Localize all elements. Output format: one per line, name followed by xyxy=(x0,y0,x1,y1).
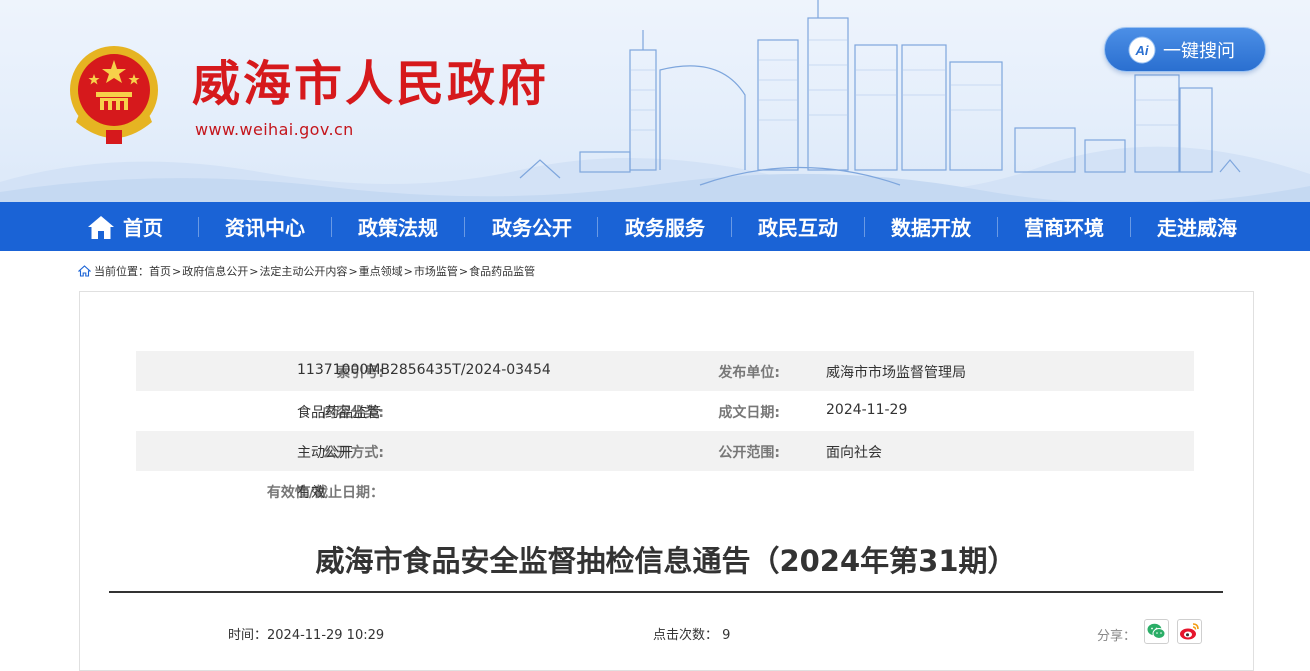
breadcrumb-link[interactable]: 食品药品监管 xyxy=(469,263,535,279)
meta-value: 面向社会 xyxy=(826,445,882,461)
share-weibo-button[interactable] xyxy=(1177,619,1202,644)
nav-divider xyxy=(864,217,865,237)
nav-item-policy[interactable]: 政策法规 xyxy=(347,202,449,251)
meta-value: 2024-11-29 xyxy=(826,402,908,418)
publish-time: 时间：2024-11-29 10:29 xyxy=(228,628,385,643)
meta-value: 主动公开 xyxy=(297,445,353,461)
meta-key: 成文日期: xyxy=(718,405,780,421)
home-icon xyxy=(88,215,114,239)
ai-badge-text: Ai xyxy=(1135,43,1149,58)
nav-divider xyxy=(597,217,598,237)
ai-search-label: 一键搜问 xyxy=(1163,40,1235,62)
meta-value: 食品药品监管 xyxy=(297,405,381,421)
breadcrumb-separator: > xyxy=(348,264,358,278)
click-count-label: 点击次数： xyxy=(653,628,719,643)
nav-item-gov-service[interactable]: 政务服务 xyxy=(614,202,716,251)
nav-item-open-data[interactable]: 数据开放 xyxy=(880,202,982,251)
nav-item-about[interactable]: 走进威海 xyxy=(1146,202,1248,251)
share-label: 分享： xyxy=(1097,629,1137,644)
meta-key: 有效性/截止日期： xyxy=(266,485,384,501)
nav-divider xyxy=(997,217,998,237)
nav-divider xyxy=(1130,217,1131,237)
weibo-icon xyxy=(1180,623,1199,640)
breadcrumb-separator: > xyxy=(172,264,182,278)
nav-item-home[interactable]: 首页 xyxy=(82,202,168,251)
breadcrumb-separator: > xyxy=(249,264,259,278)
site-url[interactable]: www.weihai.gov.cn xyxy=(195,120,354,139)
nav-item-news[interactable]: 资讯中心 xyxy=(214,202,316,251)
meta-value: 有效 xyxy=(297,485,325,501)
nav-divider xyxy=(731,217,732,237)
location-home-icon xyxy=(78,265,91,277)
wechat-icon xyxy=(1147,623,1166,639)
nav-item-label: 首页 xyxy=(123,216,163,240)
meta-key: 公开范围: xyxy=(718,445,780,461)
breadcrumb-link[interactable]: 政府信息公开 xyxy=(182,263,248,279)
nav-divider xyxy=(464,217,465,237)
main-nav: 首页 资讯中心 政策法规 政务公开 政务服务 政民互动 数据开放 营商环境 走进… xyxy=(0,202,1310,251)
ai-badge-icon: Ai xyxy=(1128,36,1156,63)
click-count: 点击次数： 9 xyxy=(653,624,730,643)
click-count-value: 9 xyxy=(722,628,731,643)
meta-row: 内容分类: 食品药品监管 成文日期: 2024-11-29 xyxy=(136,391,1194,431)
meta-key: 发布单位: xyxy=(718,365,780,381)
share-wechat-button[interactable] xyxy=(1144,619,1169,644)
site-title[interactable]: 威海市人民政府 xyxy=(192,54,549,114)
breadcrumb-separator: > xyxy=(403,264,413,278)
nav-item-gov-info[interactable]: 政务公开 xyxy=(481,202,583,251)
meta-value: 11371000MB2856435T/2024-03454 xyxy=(297,362,551,378)
nav-divider xyxy=(198,217,199,237)
nav-item-interaction[interactable]: 政民互动 xyxy=(747,202,849,251)
breadcrumb-link[interactable]: 重点领域 xyxy=(359,263,403,279)
nav-divider xyxy=(331,217,332,237)
ai-search-button[interactable]: Ai 一键搜问 xyxy=(1104,27,1266,72)
breadcrumb-link[interactable]: 首页 xyxy=(149,263,171,279)
breadcrumb-link[interactable]: 市场监管 xyxy=(414,263,458,279)
meta-row: 有效性/截止日期： 有效 xyxy=(136,471,1194,511)
meta-row: 公开方式: 主动公开 公开范围: 面向社会 xyxy=(136,431,1194,471)
breadcrumb-separator: > xyxy=(458,264,469,278)
breadcrumb-link[interactable]: 法定主动公开内容 xyxy=(259,263,347,279)
nav-item-business[interactable]: 营商环境 xyxy=(1013,202,1115,251)
site-header: 威海市人民政府 www.weihai.gov.cn Ai 一键搜问 xyxy=(0,0,1310,202)
meta-value: 威海市市场监督管理局 xyxy=(826,365,966,381)
breadcrumb-prefix: 当前位置： xyxy=(94,265,149,278)
document-meta-table: 索引号: 11371000MB2856435T/2024-03454 发布单位:… xyxy=(136,351,1194,511)
national-emblem-icon xyxy=(70,46,158,144)
meta-row: 索引号: 11371000MB2856435T/2024-03454 发布单位:… xyxy=(136,351,1194,391)
article-title: 威海市食品安全监督抽检信息通告（2024年第31期） xyxy=(315,544,1017,578)
title-divider xyxy=(109,591,1223,593)
breadcrumb: 当前位置： 首页 > 政府信息公开 > 法定主动公开内容 > 重点领域 > 市场… xyxy=(78,262,535,280)
